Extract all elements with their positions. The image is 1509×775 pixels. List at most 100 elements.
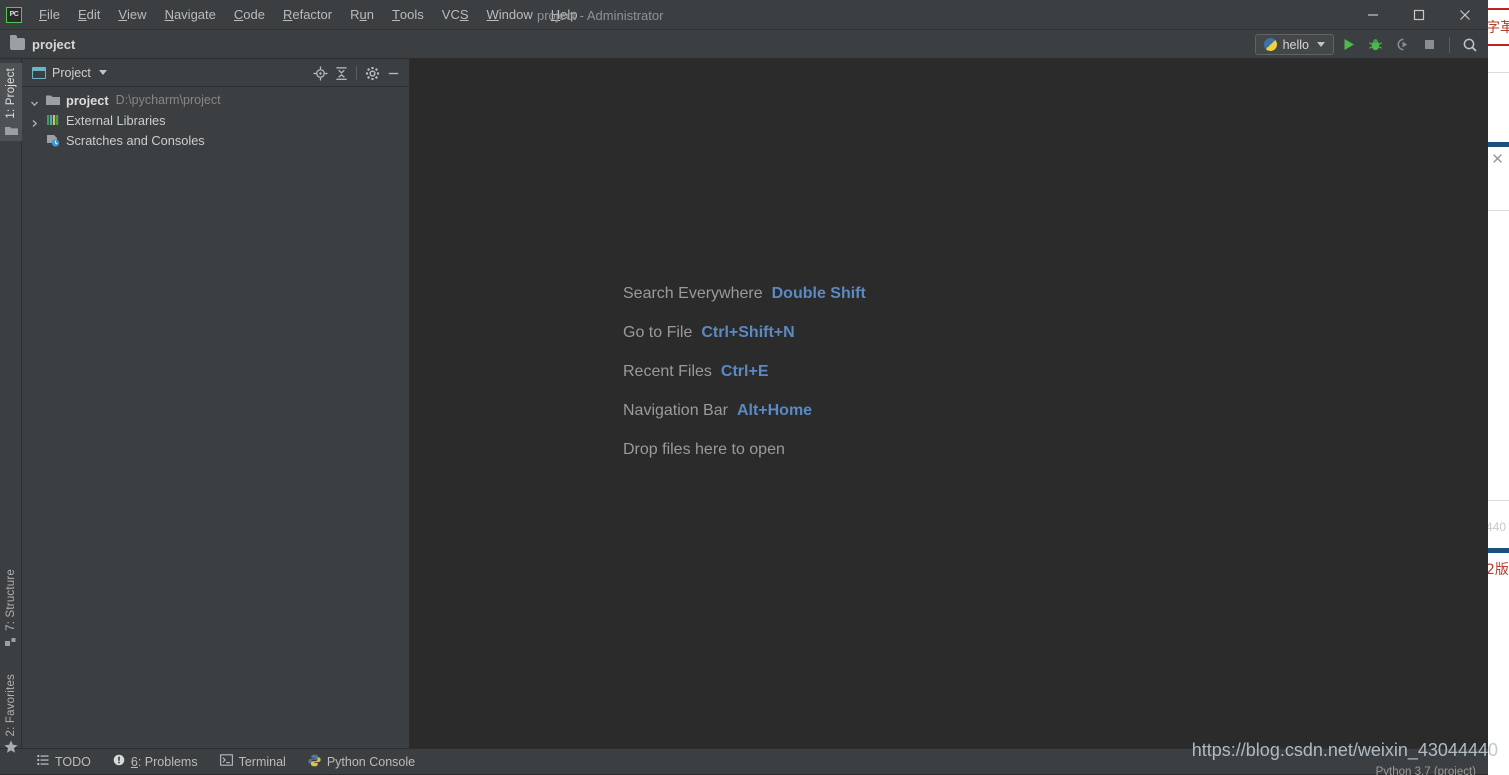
tree-item-scratches-label: Scratches and Consoles bbox=[66, 132, 205, 148]
menu-item-refactor[interactable]: Refactor bbox=[274, 0, 341, 29]
bg-blue-bar-top bbox=[1486, 142, 1509, 147]
hint-label: Search Everywhere bbox=[623, 284, 763, 302]
problems-rest: : Problems bbox=[137, 754, 198, 769]
hint-search-everywhere: Search Everywhere Double Shift bbox=[623, 274, 866, 313]
run-configuration-label: hello bbox=[1282, 37, 1309, 52]
window-controls bbox=[1350, 0, 1488, 30]
hint-recent-files: Recent Files Ctrl+E bbox=[623, 352, 866, 391]
bottom-tab-problems[interactable]: 6: Problems bbox=[102, 749, 209, 775]
bottom-tab-python-console-label: Python Console bbox=[326, 754, 416, 769]
bg-divider-2 bbox=[1486, 210, 1509, 211]
chevron-down-icon[interactable] bbox=[98, 70, 107, 75]
maximize-icon[interactable] bbox=[1396, 0, 1442, 30]
project-folder-icon bbox=[4, 123, 18, 141]
pycharm-window: PC File Edit View Navigate Code Refactor… bbox=[0, 0, 1488, 775]
bg-chinese-text: 字革 bbox=[1486, 20, 1509, 36]
editor-hints: Search Everywhere Double Shift Go to Fil… bbox=[623, 274, 866, 469]
bottom-tool-bar: TODO 6: Problems Terminal Python Console bbox=[0, 748, 1488, 774]
tree-item-project[interactable]: project D:\pycharm\project bbox=[22, 90, 409, 110]
sidebar-item-structure-label: 7: Structure bbox=[5, 569, 17, 631]
run-configuration-selector[interactable]: hello bbox=[1254, 34, 1334, 55]
menu-item-file[interactable]: File bbox=[30, 0, 69, 29]
python-interpreter-label[interactable]: Python 3.7 (project) bbox=[1376, 766, 1476, 775]
main-body: 1: Project 7: Structure 2: Favorites Pro… bbox=[0, 59, 1488, 754]
hide-button[interactable] bbox=[383, 63, 403, 83]
background-browser-window[interactable]: 字革 ✕ 440 2版 bbox=[1486, 0, 1509, 775]
run-button[interactable] bbox=[1336, 32, 1361, 57]
sidebar-item-favorites-label: 2: Favorites bbox=[5, 674, 17, 737]
tree-item-project-path: D:\pycharm\project bbox=[115, 93, 221, 107]
menu-item-navigate[interactable]: Navigate bbox=[156, 0, 225, 29]
stop-button[interactable] bbox=[1417, 32, 1442, 57]
hint-navigation-bar: Navigation Bar Alt+Home bbox=[623, 391, 866, 430]
project-panel-actions bbox=[310, 59, 403, 87]
bg-blue-bar-bottom bbox=[1486, 548, 1509, 553]
search-icon[interactable] bbox=[1457, 32, 1482, 57]
editor-area[interactable]: Search Everywhere Double Shift Go to Fil… bbox=[410, 59, 1488, 748]
sidebar-item-favorites[interactable]: 2: Favorites bbox=[0, 674, 22, 770]
screen: 字革 ✕ 440 2版 PC File Edit View Navigate C… bbox=[0, 0, 1509, 775]
bottom-tab-todo-label: TODO bbox=[55, 754, 91, 769]
gear-icon[interactable] bbox=[362, 63, 382, 83]
panel-separator bbox=[356, 66, 357, 80]
bg-chinese-text-2: 2版 bbox=[1486, 562, 1509, 578]
bottom-tab-terminal[interactable]: Terminal bbox=[209, 749, 297, 775]
scratches-icon bbox=[46, 134, 60, 147]
main-toolbar: hello bbox=[1254, 30, 1482, 59]
hint-label: Navigation Bar bbox=[623, 401, 728, 419]
bg-red-line-bottom bbox=[1486, 44, 1509, 46]
bg-divider-1 bbox=[1486, 72, 1509, 73]
tree-item-project-label: project bbox=[66, 92, 109, 108]
chevron-down-icon[interactable] bbox=[30, 96, 39, 106]
chevron-right-icon[interactable] bbox=[30, 116, 39, 127]
project-panel-title-group[interactable]: Project bbox=[32, 66, 107, 80]
chevron-down-icon bbox=[1317, 42, 1325, 47]
menu-bar: File Edit View Navigate Code Refactor Ru… bbox=[30, 0, 587, 29]
breadcrumb-label: project bbox=[32, 36, 76, 52]
tree-item-external-libraries[interactable]: External Libraries bbox=[22, 110, 409, 130]
tool-window-icon bbox=[32, 66, 46, 79]
bottom-tab-terminal-label: Terminal bbox=[238, 754, 286, 769]
bg-number-text: 440 bbox=[1486, 520, 1507, 534]
close-icon[interactable] bbox=[1442, 0, 1488, 30]
bg-close-icon[interactable]: ✕ bbox=[1486, 152, 1509, 167]
structure-icon bbox=[5, 635, 17, 653]
bottom-tab-todo[interactable]: TODO bbox=[26, 749, 102, 775]
pycharm-logo-icon: PC bbox=[6, 6, 22, 23]
navigation-bar: project hello bbox=[0, 30, 1488, 59]
bg-red-line-top bbox=[1486, 8, 1509, 10]
todo-icon bbox=[37, 754, 49, 769]
window-title: project - Administrator bbox=[537, 7, 664, 23]
hint-label: Drop files here to open bbox=[623, 440, 785, 458]
menu-item-edit[interactable]: Edit bbox=[69, 0, 109, 29]
tree-item-scratches-and-consoles[interactable]: Scratches and Consoles bbox=[22, 130, 409, 150]
menu-item-run[interactable]: Run bbox=[341, 0, 383, 29]
toolbar-separator bbox=[1449, 36, 1450, 53]
minimize-icon[interactable] bbox=[1350, 0, 1396, 30]
bottom-tab-python-console[interactable]: Python Console bbox=[297, 749, 426, 775]
sidebar-item-project-label: 1: Project bbox=[5, 68, 17, 119]
run-with-coverage-button[interactable] bbox=[1390, 32, 1415, 57]
hint-label: Go to File bbox=[623, 323, 693, 341]
menu-item-window[interactable]: Window bbox=[478, 0, 542, 29]
folder-icon bbox=[10, 35, 25, 50]
hint-label: Recent Files bbox=[623, 362, 712, 380]
sidebar-item-structure[interactable]: 7: Structure bbox=[0, 569, 22, 661]
debug-button[interactable] bbox=[1363, 32, 1388, 57]
menu-item-code[interactable]: Code bbox=[225, 0, 274, 29]
bottom-tab-problems-label: 6: Problems bbox=[131, 755, 198, 769]
menu-item-vcs[interactable]: VC S bbox=[433, 0, 478, 29]
hint-go-to-file: Go to File Ctrl+Shift+N bbox=[623, 313, 866, 352]
folder-icon bbox=[46, 94, 60, 106]
menu-item-view[interactable]: View bbox=[109, 0, 155, 29]
bg-divider-3 bbox=[1486, 500, 1509, 501]
breadcrumb[interactable]: project bbox=[10, 35, 76, 52]
locate-button[interactable] bbox=[310, 63, 330, 83]
sidebar-item-project[interactable]: 1: Project bbox=[0, 63, 22, 141]
collapse-all-button[interactable] bbox=[331, 63, 351, 83]
project-panel-header: Project bbox=[22, 59, 409, 87]
terminal-icon bbox=[219, 754, 233, 769]
project-tree: project D:\pycharm\project External Libr… bbox=[22, 87, 409, 748]
hint-shortcut: Double Shift bbox=[771, 284, 866, 302]
menu-item-tools[interactable]: Tools bbox=[383, 0, 433, 29]
